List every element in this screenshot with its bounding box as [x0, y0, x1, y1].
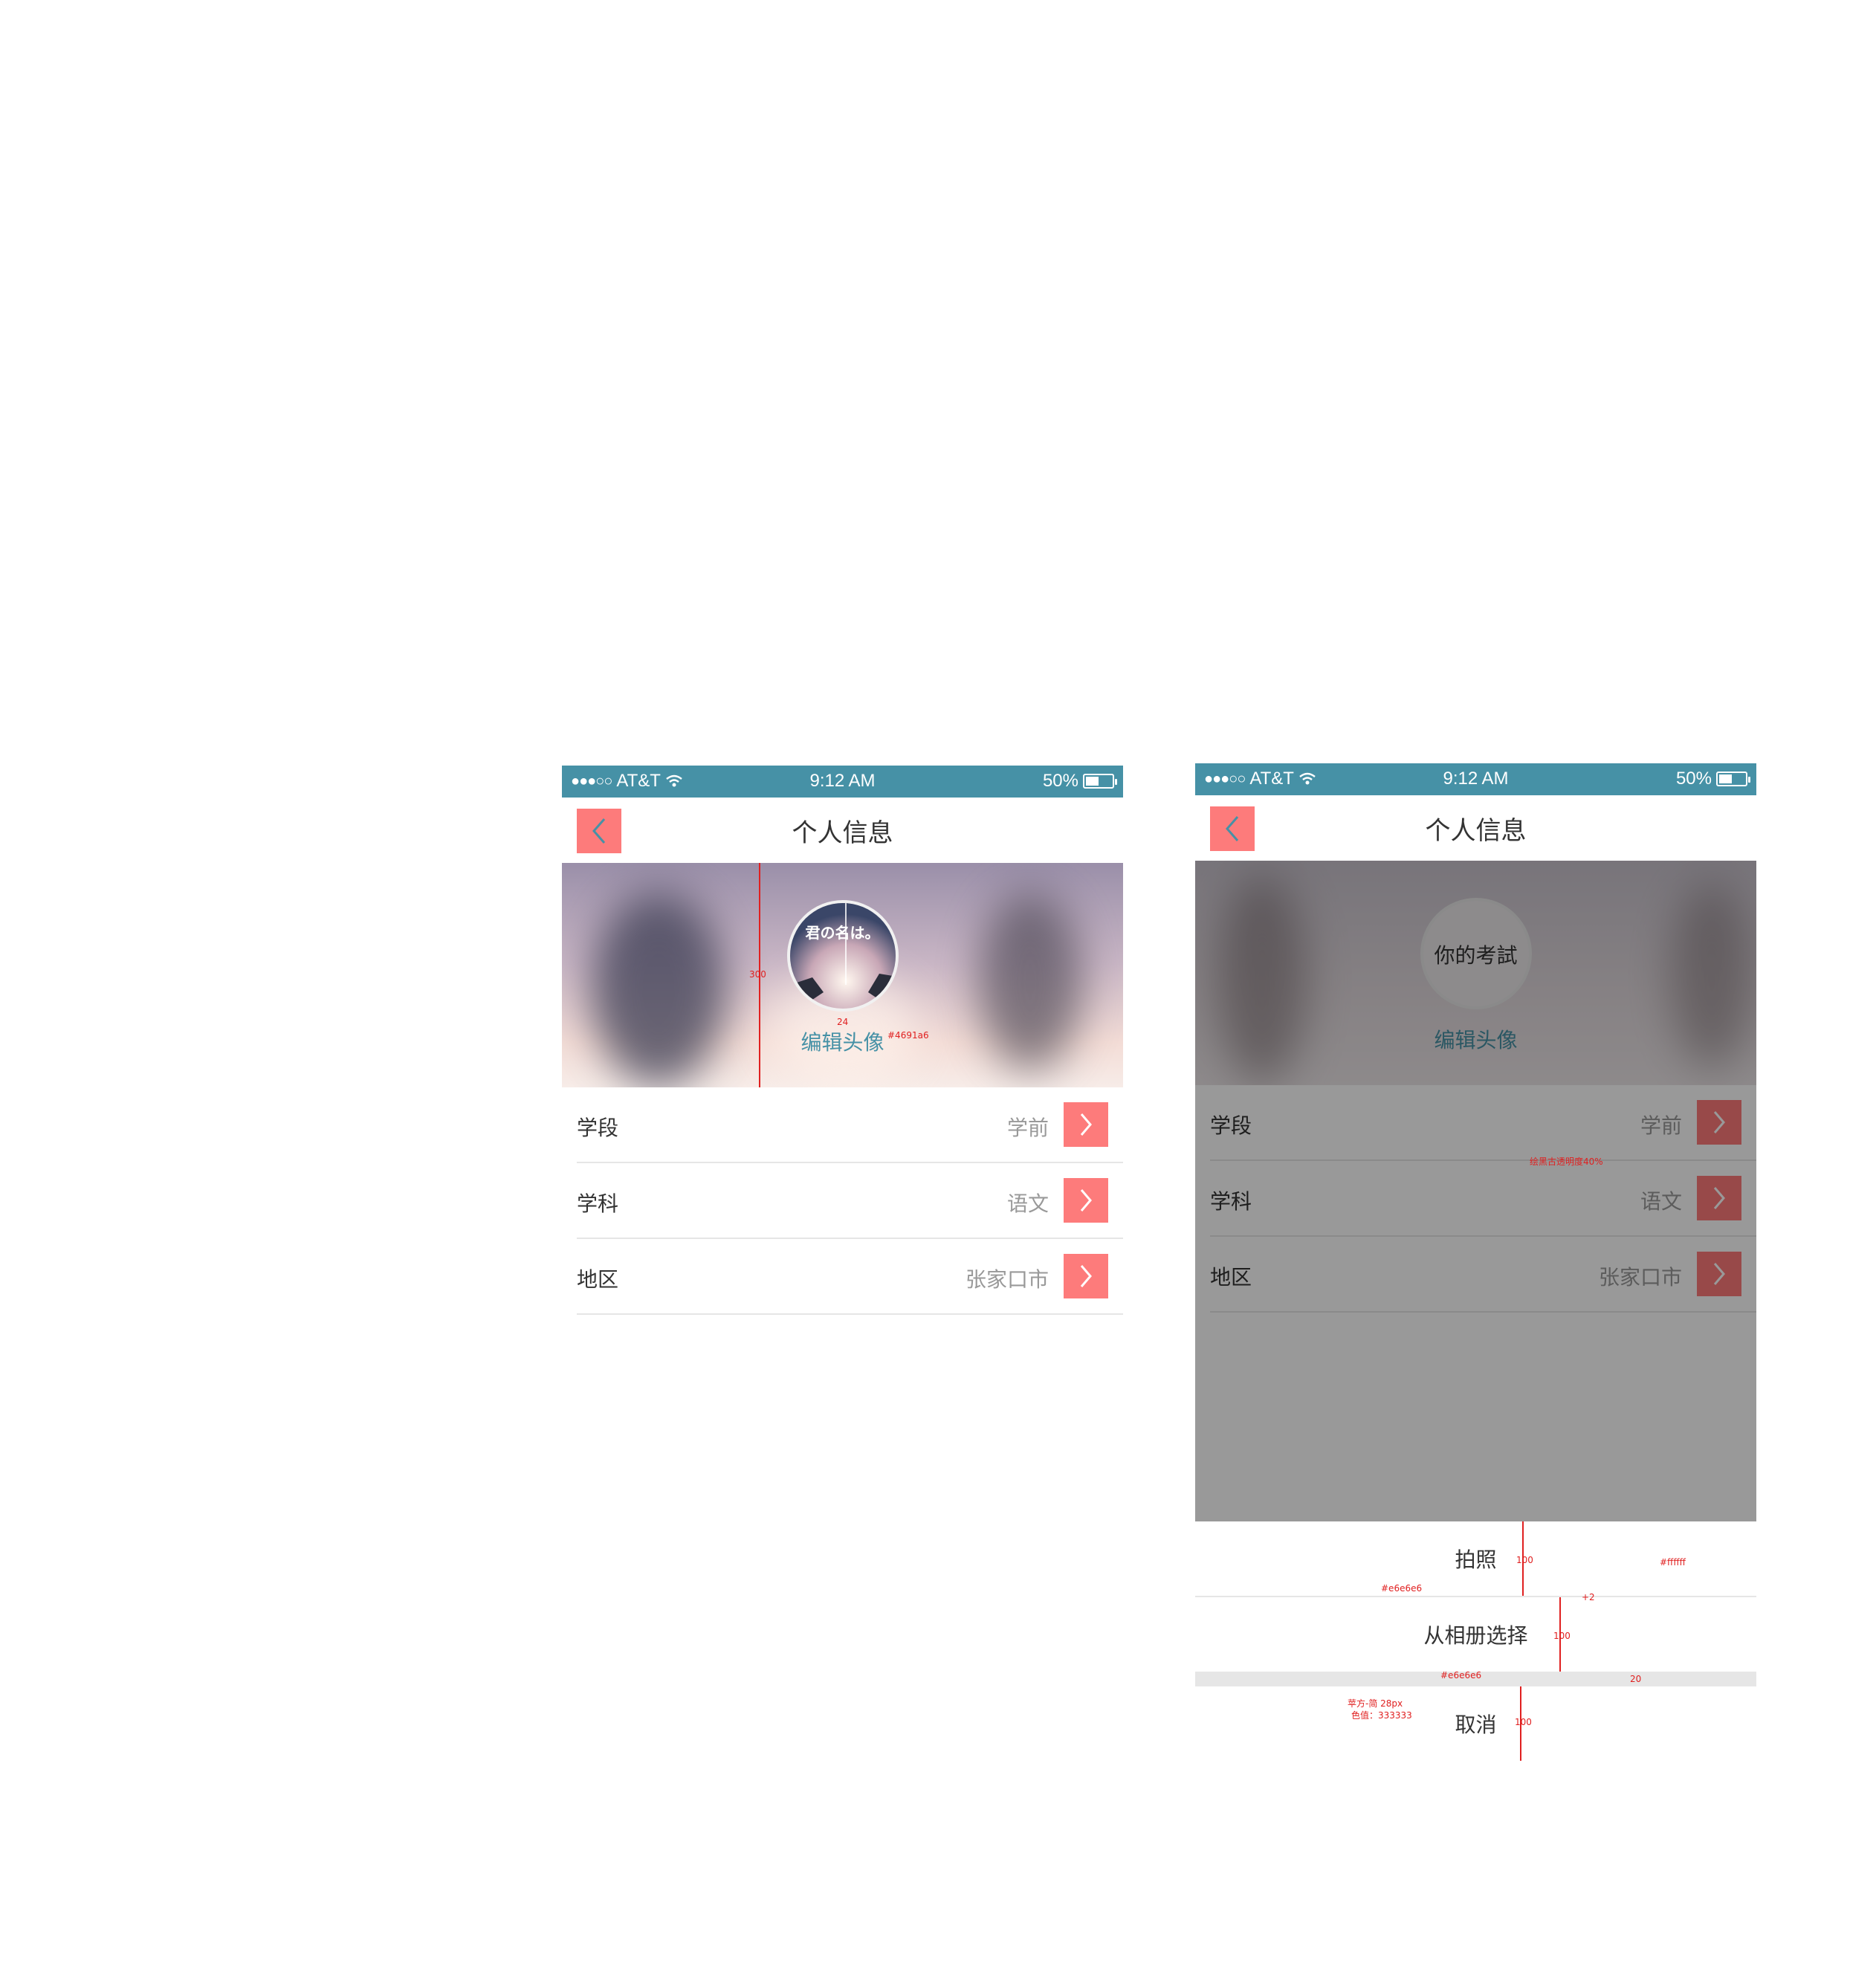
row-value: 张家口市: [965, 1267, 1049, 1292]
row-value: 学前: [1006, 1116, 1049, 1140]
annotation-edit-color: #4691a6: [887, 1030, 929, 1041]
annotation-font-spec: 苹方-简 28px: [1348, 1698, 1403, 1709]
annotation-font-spec: 色值：333333: [1351, 1710, 1412, 1721]
annotation-divider-color: #e6e6e6: [1381, 1583, 1423, 1594]
list-item[interactable]: 地区 张家口市: [577, 1239, 1123, 1315]
list-item[interactable]: 学科 语文: [577, 1163, 1123, 1239]
chevron-right-icon[interactable]: [1064, 1102, 1108, 1147]
annotation-gap-color: #e6e6e6: [1440, 1670, 1482, 1680]
annotation-overlay-note: 绘黑古透明度40%: [1530, 1157, 1603, 1167]
modal-dim-overlay[interactable]: [1195, 861, 1756, 1521]
annotation-banner-height: 300: [749, 969, 766, 980]
annotation-avatar-gap: 24: [837, 1017, 849, 1027]
annotation-sheet-bg: #ffffff: [1660, 1557, 1686, 1568]
battery-icon: [1716, 771, 1750, 786]
battery-percent: 50%: [1675, 769, 1712, 789]
chevron-right-icon[interactable]: [1064, 1254, 1108, 1298]
status-bar: ●●●○○ AT&T 9:12 AM 50%: [562, 766, 1123, 798]
battery-percent: 50%: [1042, 771, 1078, 791]
info-list: 学段 学前 学科 语文 地区 张家口市: [562, 1087, 1123, 1315]
avatar-action-sheet-screen: ●●●○○ AT&T 9:12 AM 50% 个人信息 你的考試 编辑头像 学段…: [1195, 763, 1756, 1770]
row-label: 学科: [577, 1191, 619, 1216]
annotation-gap-height: 20: [1630, 1674, 1642, 1684]
profile-screen: ●●●○○ AT&T 9:12 AM 50% 个人信息 君の名は。 编辑头像 3…: [562, 766, 1123, 1330]
row-label: 学段: [577, 1116, 619, 1140]
cancel-button[interactable]: 取消: [1195, 1709, 1756, 1738]
chevron-right-icon[interactable]: [1064, 1178, 1108, 1223]
annotation-divider-thickness: +2: [1582, 1592, 1595, 1602]
edit-avatar-link[interactable]: 编辑头像: [562, 1026, 1123, 1056]
navigation-bar: 个人信息: [562, 798, 1123, 863]
page-title: 个人信息: [792, 818, 893, 848]
row-value: 语文: [1006, 1191, 1049, 1216]
avatar-caption: 君の名は。: [805, 924, 880, 942]
battery-icon: [1083, 774, 1117, 789]
navigation-bar: 个人信息: [1195, 795, 1756, 861]
status-time: 9:12 AM: [809, 771, 876, 791]
profile-banner: 君の名は。 编辑头像 300 24 #4691a6: [562, 863, 1123, 1087]
action-sheet: 拍照 从相册选择 取消 100 100 +2 20 100 #ffffff #e…: [1195, 1521, 1756, 1770]
page-title: 个人信息: [1425, 816, 1527, 846]
row-label: 地区: [577, 1267, 619, 1292]
status-bar: ●●●○○ AT&T 9:12 AM 50%: [1195, 763, 1756, 795]
annotation-item-height: 100: [1516, 1555, 1533, 1565]
avatar[interactable]: 君の名は。: [786, 900, 899, 1012]
annotation-item-height: 100: [1553, 1631, 1571, 1641]
list-item[interactable]: 学段 学前: [577, 1087, 1123, 1163]
choose-from-album-button[interactable]: 从相册选择: [1195, 1620, 1756, 1649]
status-time: 9:12 AM: [1443, 769, 1509, 789]
sheet-divider: [1195, 1596, 1756, 1597]
annotation-item-height: 100: [1515, 1717, 1532, 1727]
